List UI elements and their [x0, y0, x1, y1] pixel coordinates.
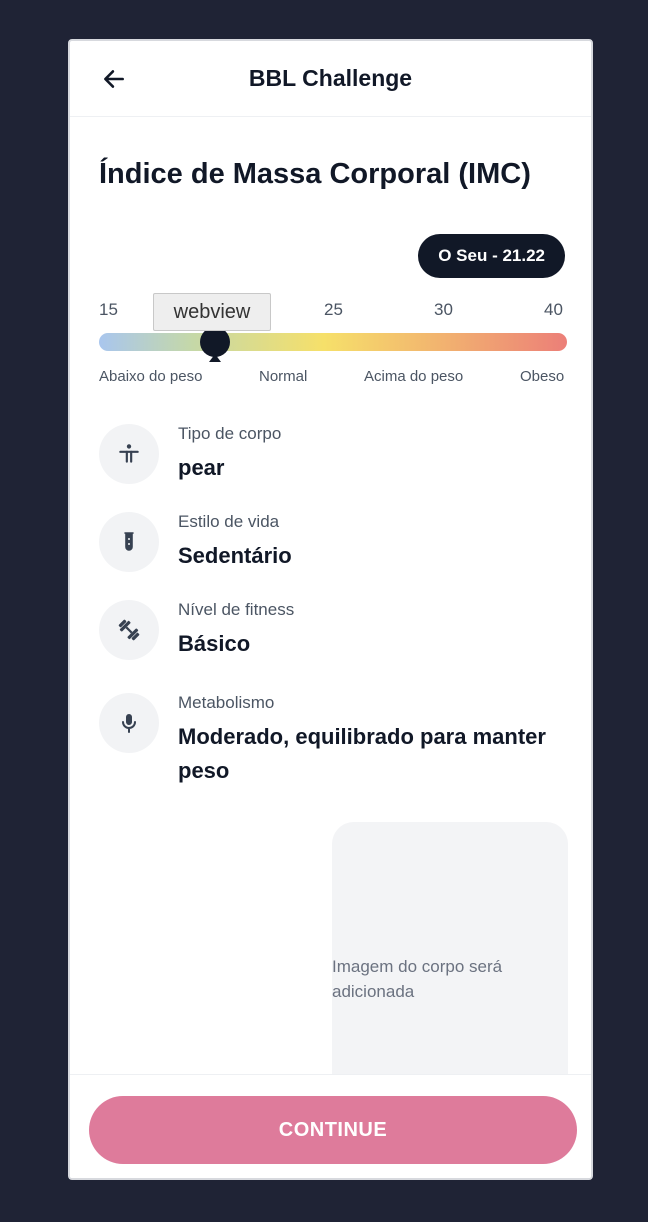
bmi-value-badge: O Seu - 21.22 [418, 234, 565, 278]
category-underweight: Abaixo do peso [99, 368, 203, 385]
category-overweight: Acima do peso [364, 368, 464, 385]
attribute-label: Nível de fitness [178, 600, 295, 619]
continue-button[interactable]: CONTINUE [89, 1096, 577, 1164]
bmi-marker-dot [200, 327, 230, 357]
dumbbell-icon-wrap [99, 600, 159, 660]
microphone-icon [122, 714, 136, 733]
back-button[interactable] [98, 63, 130, 95]
attribute-label: Estilo de vida [178, 512, 280, 531]
body-type-icon-wrap [99, 424, 159, 484]
body-type-icon [119, 444, 139, 463]
app-header: BBL Challenge [70, 41, 591, 117]
scale-number-40: 40 [544, 300, 563, 319]
attribute-value: Moderado, equilibrado para manter peso [178, 724, 546, 783]
page-title: Índice de Massa Corporal (IMC) [99, 158, 531, 190]
header-title: BBL Challenge [248, 65, 413, 91]
attribute-label: Metabolismo [178, 693, 275, 712]
body-image-placeholder: Imagem do corpo será adicionada [332, 822, 568, 1112]
test-tube-icon-wrap [99, 512, 159, 572]
bmi-scale-bar [99, 333, 567, 351]
dumbbell-icon [118, 619, 140, 641]
arrow-left-icon [104, 70, 124, 88]
bmi-marker-tip [209, 354, 221, 362]
bmi-marker [200, 327, 230, 363]
category-obese: Obeso [520, 368, 565, 385]
footer: CONTINUE [70, 1074, 591, 1178]
category-normal: Normal [259, 368, 308, 385]
microphone-icon-wrap [99, 693, 159, 753]
app-window: BBL Challenge Índice de Massa Corporal (… [68, 39, 593, 1180]
attribute-value: Sedentário [178, 543, 292, 568]
attribute-value: pear [178, 455, 225, 480]
attribute-label: Tipo de corpo [178, 424, 282, 443]
scale-number-15: 15 [99, 300, 118, 319]
webview-tooltip: webview [153, 293, 271, 331]
attribute-value: Básico [178, 631, 251, 656]
test-tube-icon [124, 532, 134, 551]
scale-number-30: 30 [434, 300, 453, 319]
scale-number-25: 25 [324, 300, 343, 319]
